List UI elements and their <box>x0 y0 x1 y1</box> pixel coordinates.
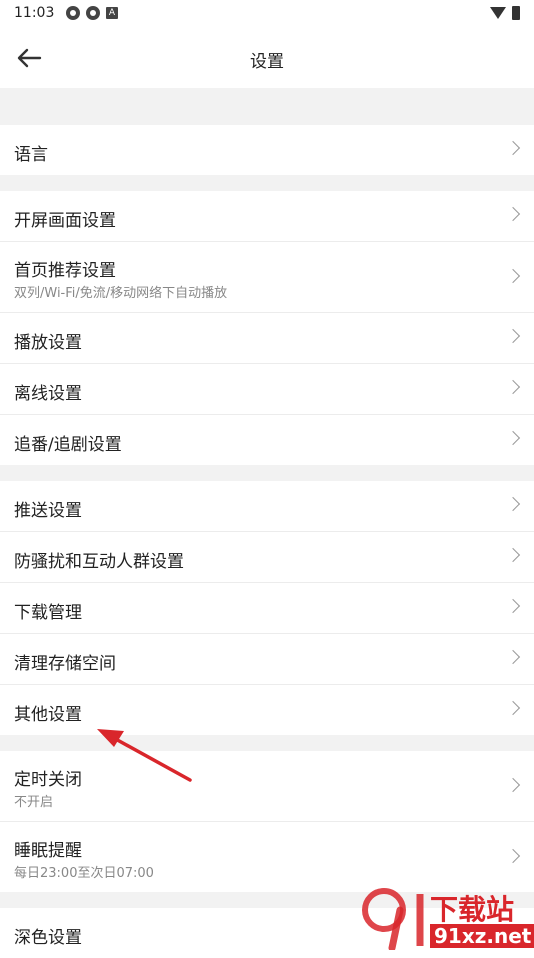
setting-label: 追番/追剧设置 <box>14 435 122 455</box>
setting-sublabel: 不开启 <box>14 795 54 810</box>
chevron-right-icon <box>505 328 521 344</box>
settings-group-language: 语言 <box>0 125 534 175</box>
setting-label: 播放设置 <box>14 333 82 353</box>
status-bar: 11:03 A <box>0 0 534 28</box>
chevron-right-icon <box>505 598 521 614</box>
setting-label: 下载管理 <box>14 603 82 623</box>
setting-label: 清理存储空间 <box>14 654 116 674</box>
setting-label: 首页推荐设置 <box>14 261 116 281</box>
settings-group-general: 推送设置 防骚扰和互动人群设置 下载管理 清理存储空间 其他设置 <box>0 481 534 735</box>
settings-group-timer: 定时关闭 不开启 睡眠提醒 每日23:00至次日07:00 <box>0 751 534 892</box>
top-spacer <box>0 88 534 125</box>
chevron-right-icon <box>505 140 521 156</box>
setting-follow[interactable]: 追番/追剧设置 <box>0 415 534 465</box>
setting-label: 睡眠提醒 <box>14 841 82 861</box>
chevron-right-icon <box>505 268 521 284</box>
chevron-right-icon <box>505 700 521 716</box>
setting-label: 离线设置 <box>14 384 82 404</box>
setting-sleep-reminder[interactable]: 睡眠提醒 每日23:00至次日07:00 <box>0 822 534 892</box>
setting-label: 语言 <box>14 145 48 165</box>
wifi-icon <box>490 7 506 19</box>
setting-language[interactable]: 语言 <box>0 125 534 175</box>
status-time: 11:03 <box>14 5 55 21</box>
setting-timed-close[interactable]: 定时关闭 不开启 <box>0 751 534 822</box>
group-separator <box>0 465 534 481</box>
chevron-right-icon <box>505 430 521 446</box>
page-title: 设置 <box>250 52 284 72</box>
setting-label: 防骚扰和互动人群设置 <box>14 552 184 572</box>
sync-icon <box>86 6 100 20</box>
setting-label: 其他设置 <box>14 705 82 725</box>
setting-label: 定时关闭 <box>14 770 82 790</box>
chevron-right-icon <box>505 496 521 512</box>
setting-download-manager[interactable]: 下载管理 <box>0 583 534 634</box>
setting-clear-storage[interactable]: 清理存储空间 <box>0 634 534 685</box>
watermark: 下载站 91xz.net <box>354 888 534 952</box>
watermark-brand: 下载站 <box>430 893 515 926</box>
setting-sublabel: 每日23:00至次日07:00 <box>14 866 154 881</box>
battery-icon <box>512 6 520 20</box>
title-bar: 设置 <box>0 28 534 88</box>
setting-sublabel: 双列/Wi-Fi/免流/移动网络下自动播放 <box>14 286 228 301</box>
setting-label: 推送设置 <box>14 501 82 521</box>
sync-icon <box>66 6 80 20</box>
watermark-domain: 91xz.net <box>430 924 534 948</box>
setting-anti-harassment[interactable]: 防骚扰和互动人群设置 <box>0 532 534 583</box>
setting-label: 开屏画面设置 <box>14 211 116 231</box>
setting-other[interactable]: 其他设置 <box>0 685 534 735</box>
status-icons: A <box>66 6 118 20</box>
settings-group-playback: 开屏画面设置 首页推荐设置 双列/Wi-Fi/免流/移动网络下自动播放 播放设置… <box>0 191 534 465</box>
group-separator <box>0 175 534 191</box>
setting-label: 深色设置 <box>14 928 82 948</box>
chevron-right-icon <box>505 206 521 222</box>
chevron-right-icon <box>505 379 521 395</box>
chevron-right-icon <box>505 848 521 864</box>
chevron-right-icon <box>505 777 521 793</box>
setting-splash-screen[interactable]: 开屏画面设置 <box>0 191 534 242</box>
setting-home-recommend[interactable]: 首页推荐设置 双列/Wi-Fi/免流/移动网络下自动播放 <box>0 242 534 313</box>
chevron-right-icon <box>505 547 521 563</box>
setting-push[interactable]: 推送设置 <box>0 481 534 532</box>
group-separator <box>0 735 534 751</box>
chevron-right-icon <box>505 649 521 665</box>
status-right <box>490 6 520 20</box>
setting-playback[interactable]: 播放设置 <box>0 313 534 364</box>
setting-offline[interactable]: 离线设置 <box>0 364 534 415</box>
a-icon: A <box>106 7 118 19</box>
